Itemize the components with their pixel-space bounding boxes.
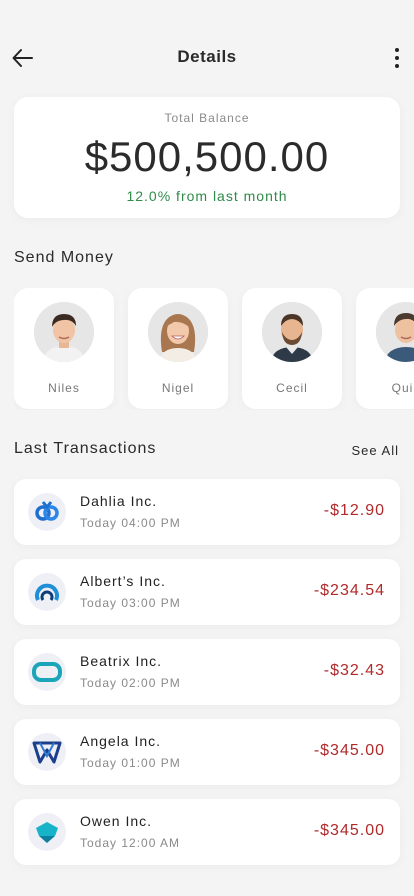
contact-name: Niles (48, 381, 80, 395)
contact-card[interactable]: Cecil (242, 288, 342, 409)
transaction-name: Owen Inc. (80, 813, 153, 829)
contacts-list[interactable]: Niles Nigel Cecil Qui (14, 288, 414, 410)
contact-name: Nigel (161, 381, 195, 395)
transaction-amount: -$12.90 (323, 502, 385, 519)
transaction-amount: -$345.00 (313, 822, 385, 839)
avatar (262, 302, 322, 362)
dahlia-logo-icon (28, 493, 66, 531)
contact-card[interactable]: Quic (356, 288, 414, 409)
transaction-name: Angela Inc. (80, 733, 162, 749)
more-options-button[interactable] (390, 44, 404, 72)
app-header: Details (0, 0, 414, 96)
transaction-row[interactable]: Angela Inc. Today 01:00 PM -$345.00 (14, 719, 400, 785)
avatar (376, 302, 414, 362)
transaction-amount: -$32.43 (323, 662, 385, 679)
contact-card[interactable]: Nigel (128, 288, 228, 409)
transaction-name: Dahlia Inc. (80, 493, 158, 509)
more-vertical-icon (395, 48, 399, 52)
balance-card: Total Balance $500,500.00 12.0% from las… (14, 97, 400, 218)
angela-logo-icon (28, 733, 66, 771)
transaction-row[interactable]: Dahlia Inc. Today 04:00 PM -$12.90 (14, 479, 400, 545)
beatrix-logo-icon (28, 653, 66, 691)
balance-change: 12.0% from last month (126, 188, 288, 204)
avatar (148, 302, 208, 362)
contact-name: Cecil (276, 381, 308, 395)
transaction-time: Today 12:00 AM (80, 836, 181, 850)
balance-label: Total Balance (164, 111, 250, 125)
owen-logo-icon (28, 813, 66, 851)
contact-card[interactable]: Niles (14, 288, 114, 409)
balance-amount: $500,500.00 (84, 133, 330, 180)
transaction-amount: -$234.54 (313, 582, 385, 599)
contact-name: Quic (391, 381, 414, 395)
alberts-logo-icon (28, 573, 66, 611)
transaction-amount: -$345.00 (313, 742, 385, 759)
transaction-name: Beatrix Inc. (80, 653, 163, 669)
transaction-time: Today 03:00 PM (80, 596, 181, 610)
transaction-name: Albert’s Inc. (80, 573, 166, 589)
last-transactions-title: Last Transactions (14, 440, 157, 457)
see-all-link[interactable]: See All (352, 443, 399, 458)
transaction-row[interactable]: Owen Inc. Today 12:00 AM -$345.00 (14, 799, 400, 865)
transaction-time: Today 04:00 PM (80, 516, 181, 530)
avatar (34, 302, 94, 362)
transaction-time: Today 01:00 PM (80, 756, 181, 770)
send-money-title: Send Money (14, 249, 114, 266)
transaction-time: Today 02:00 PM (80, 676, 181, 690)
transaction-row[interactable]: Albert’s Inc. Today 03:00 PM -$234.54 (14, 559, 400, 625)
transaction-row[interactable]: Beatrix Inc. Today 02:00 PM -$32.43 (14, 639, 400, 705)
page-title: Details (177, 47, 237, 66)
